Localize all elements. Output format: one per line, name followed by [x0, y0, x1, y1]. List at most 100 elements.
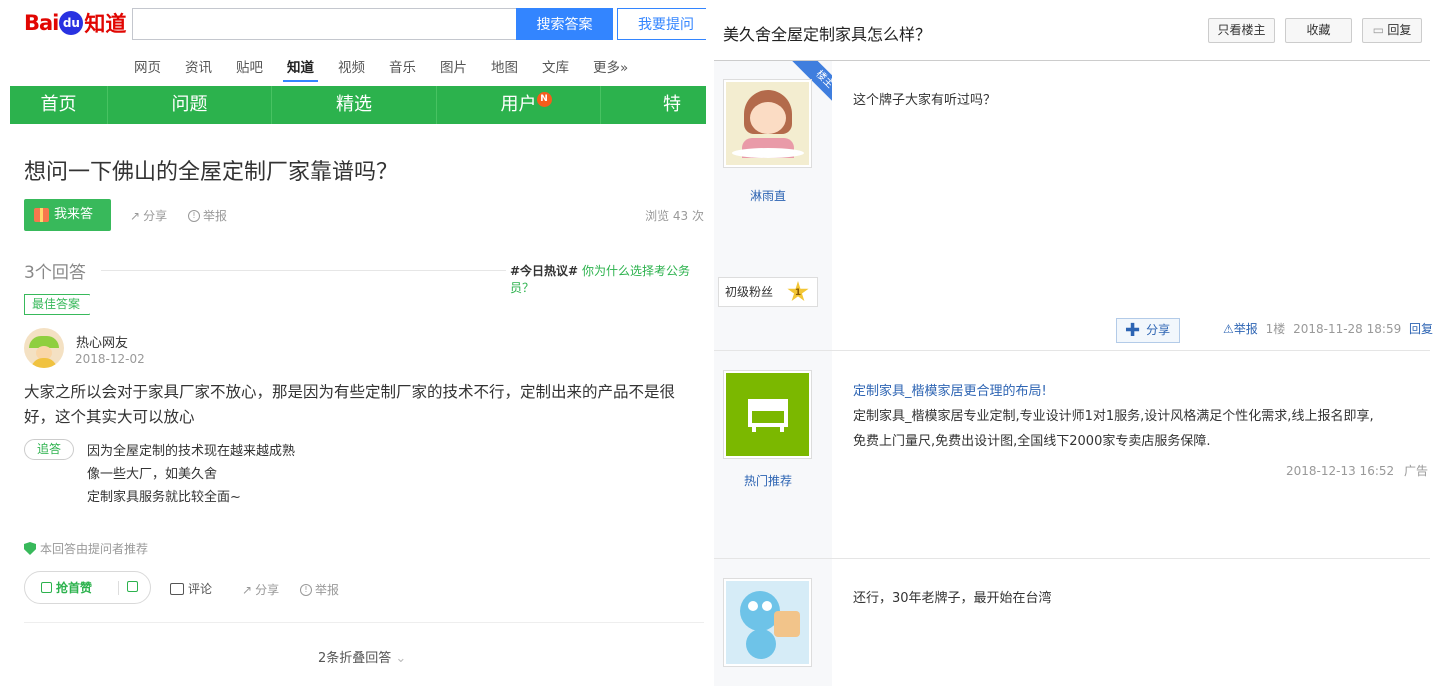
answer-report-button[interactable]: ! 举报	[300, 581, 339, 598]
post-meta: ⚠举报 1楼 2018-11-28 18:59 回复	[1223, 320, 1433, 337]
channel-home[interactable]: 首页	[10, 86, 108, 124]
topnav-tieba[interactable]: 贴吧	[236, 54, 263, 82]
fan-level-badge[interactable]: 初级粉丝 1	[718, 277, 818, 307]
topnav-video[interactable]: 视频	[338, 54, 365, 82]
topnav-more[interactable]: 更多»	[593, 54, 628, 82]
topnav-wenku[interactable]: 文库	[542, 54, 569, 82]
post-content: 这个牌子大家有听过吗？	[853, 93, 997, 108]
comment-icon: ▭	[1372, 23, 1384, 37]
followup-line: 定制家具服务就比较全面~	[87, 490, 241, 505]
upvote-button[interactable]: 抢首赞	[25, 579, 118, 596]
channel-questions[interactable]: 问题	[108, 86, 272, 124]
report-label: 举报	[1233, 322, 1258, 336]
recommended-note: 本回答由提问者推荐	[24, 540, 148, 557]
ad-label: 广告	[1403, 464, 1428, 478]
post-datetime: 2018-12-13 16:52	[1286, 464, 1395, 478]
reply-label: 回复	[1387, 23, 1412, 37]
avatar[interactable]	[24, 328, 64, 368]
top-nav: 网页 资讯 贴吧 知道 视频 音乐 图片 地图 文库 更多»	[134, 54, 652, 82]
share-label: 分享	[1146, 323, 1171, 337]
channel-special[interactable]: 特	[601, 86, 706, 124]
post-content: 还行，30年老牌子，最开始在台湾	[853, 591, 1052, 606]
post-username[interactable]: 淋雨直	[714, 187, 822, 204]
topnav-map[interactable]: 地图	[491, 54, 518, 82]
view-count: 浏览 43 次	[645, 209, 704, 223]
gift-icon	[34, 208, 49, 222]
share-label: 分享	[255, 583, 280, 597]
baidu-zhidao-logo[interactable]: Bai du 知道	[24, 8, 126, 38]
ask-question-button[interactable]: 我要提问	[617, 8, 706, 40]
recommended-label: 本回答由提问者推荐	[40, 542, 149, 556]
topnav-news[interactable]: 资讯	[185, 54, 212, 82]
topnav-images[interactable]: 图片	[440, 54, 467, 82]
plus-icon: ✚	[1125, 320, 1141, 341]
upvote-label: 抢首赞	[56, 581, 93, 595]
thread-post: 还行，30年老牌子，最开始在台湾	[714, 559, 1430, 686]
question-title: 想问一下佛山的全屋定制厂家靠谱吗？	[24, 160, 399, 185]
thumbs-up-icon	[41, 582, 52, 593]
zhidao-panel: Bai du 知道 搜索答案 我要提问 网页 资讯 贴吧 知道 视频 音乐 图片 地…	[0, 0, 706, 686]
topnav-music[interactable]: 音乐	[389, 54, 416, 82]
ad-source-label[interactable]: 热门推荐	[714, 472, 822, 489]
followup-line: 像一些大厂，如美久舍	[87, 467, 218, 482]
post-reply-link[interactable]: 回复	[1409, 322, 1433, 336]
folded-answers-toggle[interactable]: 2条折叠回答 ⌄	[318, 647, 406, 666]
question-report-button[interactable]: ! 举报	[188, 207, 227, 224]
avatar[interactable]	[723, 79, 812, 168]
answer-button[interactable]: 我来答	[24, 199, 111, 231]
post-meta: 2018-12-13 16:52 广告	[1286, 462, 1428, 479]
question-share-button[interactable]: ↗ 分享	[130, 207, 167, 224]
tieba-thread-panel: 美久舍全屋定制家具怎么样？ 只看楼主 收藏 ▭ 回复 楼主 淋雨直 初级粉丝 1…	[714, 0, 1440, 686]
answer-date: 2018-12-02	[75, 352, 145, 366]
report-label: 举报	[203, 209, 228, 223]
search-input[interactable]	[132, 8, 516, 40]
paw-icon: du	[59, 11, 84, 35]
favorite-button[interactable]: 收藏	[1285, 18, 1352, 43]
reply-button[interactable]: ▭ 回复	[1362, 18, 1422, 43]
only-op-button[interactable]: 只看楼主	[1208, 18, 1275, 43]
zhidao-channel-nav: 首页 问题 精选 用户 N 特	[10, 86, 706, 124]
ad-content: 定制家具_楷模家居更合理的布局! 定制家具_楷模家居专业定制,专业设计师1对1服…	[853, 379, 1374, 454]
channel-users-label: 用户	[500, 94, 537, 115]
topnav-zhidao[interactable]: 知道	[283, 54, 318, 82]
thread-title: 美久舍全屋定制家具怎么样？	[723, 25, 932, 44]
post-share-button[interactable]: ✚ 分享	[1116, 318, 1180, 343]
topnav-webpage[interactable]: 网页	[134, 54, 161, 82]
star-icon: 1	[787, 281, 809, 302]
comment-button[interactable]: 评论	[170, 580, 212, 597]
report-icon: !	[188, 209, 200, 222]
answer-share-button[interactable]: ↗ 分享	[242, 581, 279, 598]
hot-topic-prefix: #今日热议#	[510, 264, 579, 278]
channel-featured[interactable]: 精选	[272, 86, 437, 124]
answer-text: 大家之所以会对于家具厂家不放心，那是因为有些定制厂家的技术不行，定制出来的产品不…	[24, 383, 676, 426]
ad-text: 定制家具_楷模家居专业定制,专业设计师1对1服务,设计风格满足个性化需求,线上报…	[853, 409, 1374, 424]
downvote-button[interactable]	[119, 580, 138, 595]
ad-title-link[interactable]: 定制家具_楷模家居更合理的布局!	[853, 379, 1374, 404]
post-report-link[interactable]: ⚠举报	[1223, 322, 1258, 336]
report-label: 举报	[315, 583, 340, 597]
answer-username[interactable]: 热心网友	[76, 332, 128, 351]
post-datetime: 2018-11-28 18:59	[1293, 322, 1402, 336]
hot-topic[interactable]: #今日热议# 你为什么选择考公务员？	[510, 262, 706, 296]
floor-number: 1楼	[1265, 322, 1286, 336]
followup-line: 因为全屋定制的技术现在越来越成熟	[87, 444, 296, 459]
fan-level-label: 初级粉丝	[725, 285, 774, 299]
channel-users[interactable]: 用户 N	[437, 86, 601, 124]
warning-icon: ⚠	[1223, 322, 1234, 336]
best-answer-badge: 最佳答案	[24, 294, 91, 315]
chevron-down-icon: ⌄	[395, 651, 407, 666]
thumbs-down-icon	[127, 580, 138, 592]
search-answer-button[interactable]: 搜索答案	[516, 8, 613, 40]
avatar[interactable]	[723, 578, 812, 667]
followup-tag: 追答	[24, 439, 74, 460]
followup-text: 因为全屋定制的技术现在越来越成熟 像一些大厂，如美久舍 定制家具服务就比较全面~	[87, 440, 295, 509]
comment-icon	[170, 582, 184, 595]
answer-button-label: 我来答	[54, 207, 94, 222]
report-icon: !	[300, 583, 312, 596]
shield-icon	[24, 542, 36, 555]
divider	[24, 622, 704, 623]
ad-thumbnail[interactable]	[723, 370, 812, 459]
thread-post: 楼主 淋雨直 初级粉丝 1 这个牌子大家有听过吗？ ✚ 分享 ⚠举报 1楼 201…	[714, 61, 1433, 350]
sofa-icon	[726, 373, 809, 456]
divider	[101, 270, 506, 271]
